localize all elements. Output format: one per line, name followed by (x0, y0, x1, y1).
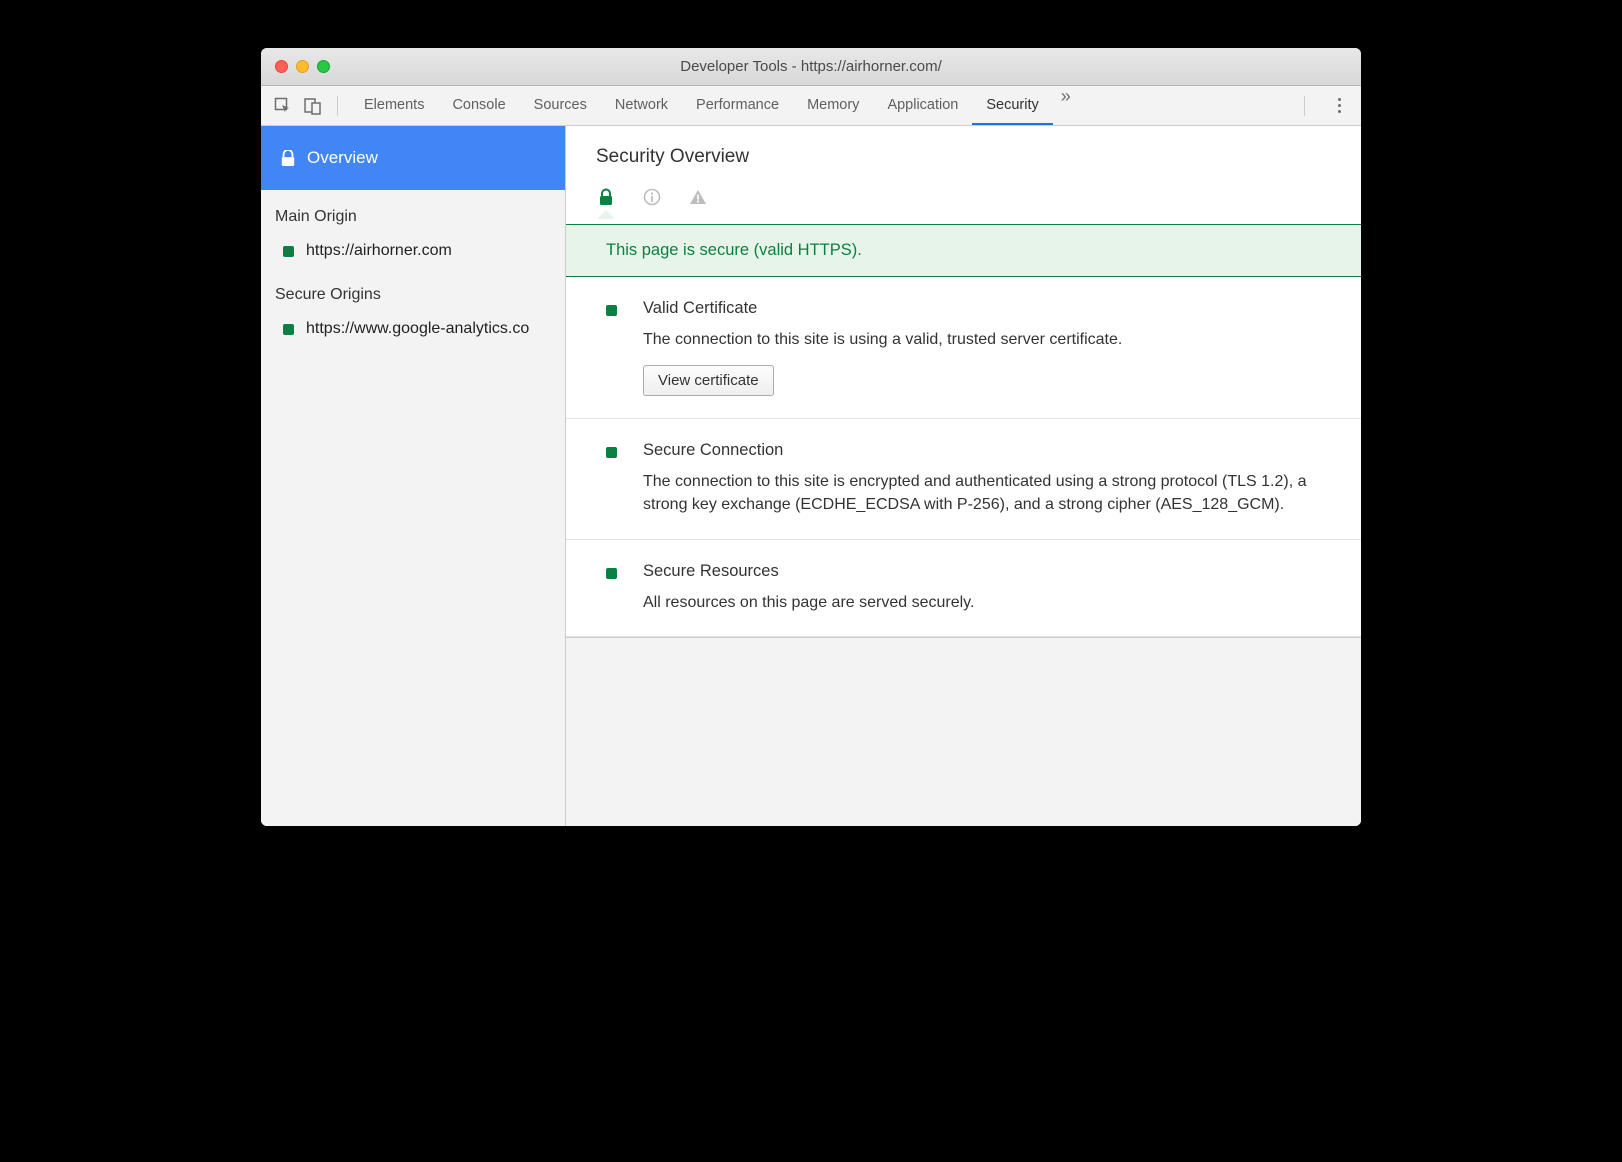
toolbar-separator (1304, 96, 1305, 116)
section-title: Secure Resources (643, 562, 1331, 581)
main-footer-space (566, 637, 1361, 826)
sidebar-secure-origin[interactable]: https://www.google-analytics.co (261, 312, 565, 346)
section-text: All resources on this page are served se… (643, 591, 1331, 614)
sidebar-main-origin[interactable]: https://airhorner.com (261, 234, 565, 268)
devtools-body: Overview Main Origin https://airhorner.c… (261, 126, 1361, 826)
devtools-toolbar: Elements Console Sources Network Perform… (261, 86, 1361, 126)
lock-icon (281, 150, 295, 166)
security-status-banner: This page is secure (valid HTTPS). (566, 224, 1361, 277)
security-overview-title: Security Overview (566, 126, 1361, 182)
secure-indicator-icon (606, 568, 617, 579)
section-text: The connection to this site is using a v… (643, 328, 1331, 351)
secure-indicator-icon (283, 324, 294, 335)
tabs-overflow-icon[interactable]: » (1053, 86, 1079, 125)
tab-network[interactable]: Network (601, 86, 682, 125)
tab-sources[interactable]: Sources (520, 86, 601, 125)
tab-security[interactable]: Security (972, 86, 1052, 125)
secure-indicator-icon (606, 305, 617, 316)
device-toolbar-icon[interactable] (301, 94, 325, 118)
secure-indicator-icon (606, 447, 617, 458)
secure-origin-url: https://www.google-analytics.co (306, 320, 529, 338)
sidebar-main-origin-label: Main Origin (261, 190, 565, 234)
section-secure-resources: Secure Resources All resources on this p… (566, 540, 1361, 637)
close-window-button[interactable] (275, 60, 288, 73)
section-title: Secure Connection (643, 441, 1331, 460)
info-icon[interactable] (642, 188, 662, 206)
toolbar-separator (337, 96, 338, 116)
sidebar-overview[interactable]: Overview (261, 126, 565, 190)
security-main-panel: Security Overview This page is secure (v… (566, 126, 1361, 826)
zoom-window-button[interactable] (317, 60, 330, 73)
window-title: Developer Tools - https://airhorner.com/ (261, 58, 1361, 75)
section-title: Valid Certificate (643, 299, 1331, 318)
view-certificate-button[interactable]: View certificate (643, 365, 774, 396)
sidebar-overview-label: Overview (307, 148, 378, 168)
warning-icon[interactable] (688, 188, 708, 206)
security-status-icons (566, 182, 1361, 212)
traffic-lights (261, 60, 330, 73)
tab-elements[interactable]: Elements (350, 86, 438, 125)
security-sidebar: Overview Main Origin https://airhorner.c… (261, 126, 566, 826)
main-origin-url: https://airhorner.com (306, 242, 452, 260)
secure-indicator-icon (283, 246, 294, 257)
tab-performance[interactable]: Performance (682, 86, 793, 125)
devtools-window: Developer Tools - https://airhorner.com/… (261, 48, 1361, 826)
window-titlebar: Developer Tools - https://airhorner.com/ (261, 48, 1361, 86)
section-text: The connection to this site is encrypted… (643, 470, 1331, 516)
section-valid-certificate: Valid Certificate The connection to this… (566, 277, 1361, 419)
section-secure-connection: Secure Connection The connection to this… (566, 419, 1361, 539)
sidebar-secure-origins-label: Secure Origins (261, 268, 565, 312)
minimize-window-button[interactable] (296, 60, 309, 73)
inspect-element-icon[interactable] (271, 94, 295, 118)
tab-application[interactable]: Application (873, 86, 972, 125)
tab-console[interactable]: Console (438, 86, 519, 125)
tab-memory[interactable]: Memory (793, 86, 873, 125)
secure-lock-icon[interactable] (596, 188, 616, 206)
devtools-menu-icon[interactable] (1327, 94, 1351, 118)
devtools-tabs: Elements Console Sources Network Perform… (350, 86, 1292, 125)
